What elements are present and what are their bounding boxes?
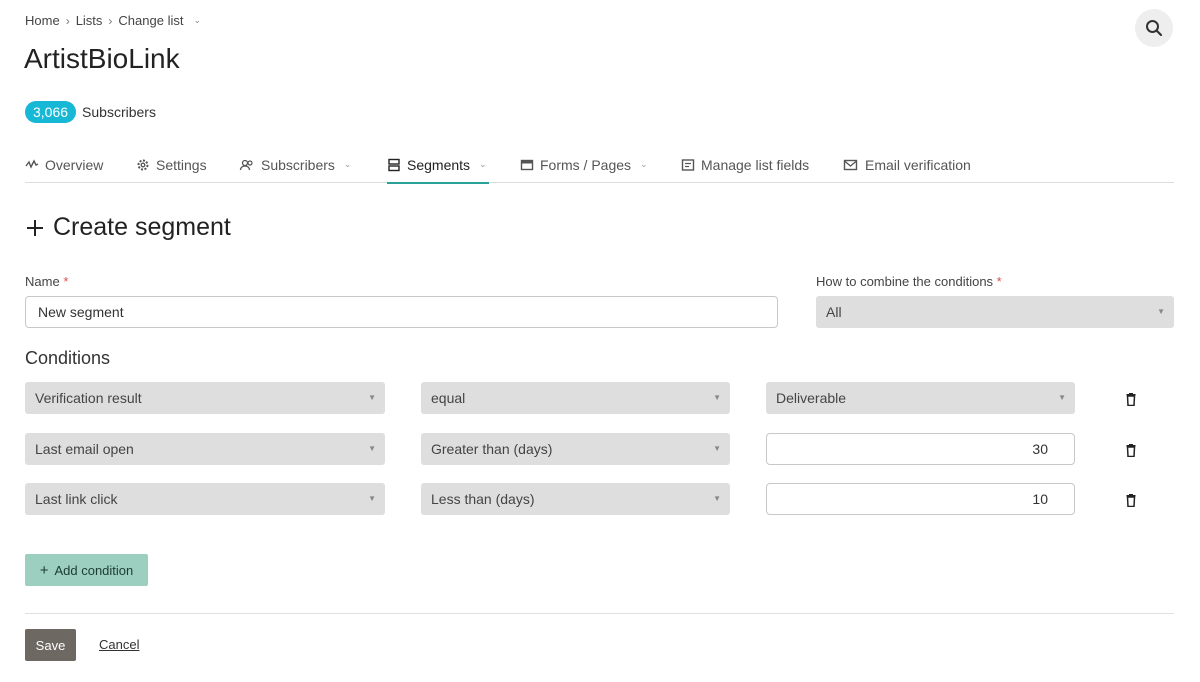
tab-label: Manage list fields xyxy=(701,156,810,173)
tab-email-verification[interactable]: Email verification xyxy=(843,146,971,183)
caret-down-icon: ▼ xyxy=(1157,307,1165,316)
name-input[interactable]: New segment xyxy=(25,296,778,328)
combine-label-text: How to combine the conditions xyxy=(816,274,994,289)
name-label-text: Name xyxy=(25,274,60,289)
form-icon xyxy=(520,159,534,170)
delete-condition-button[interactable] xyxy=(1124,391,1138,407)
condition-value-input[interactable]: 10 xyxy=(766,483,1075,515)
tab-forms-pages[interactable]: Forms / Pages ⌄ xyxy=(520,146,648,183)
name-input-value: New segment xyxy=(38,304,124,320)
breadcrumb-home[interactable]: Home xyxy=(25,13,60,28)
breadcrumb-lists[interactable]: Lists xyxy=(76,13,103,28)
chevron-down-icon: ⌄ xyxy=(479,159,487,169)
condition-value-input[interactable]: 30 xyxy=(766,433,1075,465)
tab-label: Forms / Pages xyxy=(540,156,632,173)
caret-down-icon: ▼ xyxy=(1058,393,1066,402)
breadcrumb-separator-icon: › xyxy=(65,13,70,28)
condition-field-value: Verification result xyxy=(35,390,142,406)
condition-field-select[interactable]: Last link click ▼ xyxy=(25,483,385,515)
caret-down-icon: ▼ xyxy=(368,393,376,402)
subscriber-count-badge: 3,066 xyxy=(25,101,77,123)
tab-label: Settings xyxy=(156,156,207,173)
required-mark: * xyxy=(63,274,69,289)
condition-field-select[interactable]: Verification result ▼ xyxy=(25,382,385,414)
name-label: Name * xyxy=(25,274,68,289)
chevron-down-icon: ⌄ xyxy=(343,159,352,169)
add-condition-label: Add condition xyxy=(54,562,134,578)
subscriber-summary: 3,066 Subscribers xyxy=(25,101,156,123)
activity-icon xyxy=(25,158,39,169)
breadcrumb: Home › Lists › Change list ⌄ xyxy=(25,13,201,28)
combine-select-value: All xyxy=(826,304,842,320)
condition-value-value: 10 xyxy=(1032,491,1048,507)
condition-value-value: Deliverable xyxy=(776,390,847,406)
plus-icon xyxy=(27,219,43,236)
condition-field-value: Last email open xyxy=(35,441,134,457)
breadcrumb-separator-icon: › xyxy=(108,13,113,28)
caret-down-icon: ▼ xyxy=(713,444,721,453)
section-title: Create segment xyxy=(25,213,231,242)
chevron-down-icon[interactable]: ⌄ xyxy=(193,15,201,26)
caret-down-icon: ▼ xyxy=(368,444,376,453)
trash-icon xyxy=(1126,493,1136,507)
conditions-title: Conditions xyxy=(25,348,111,368)
cancel-link[interactable]: Cancel xyxy=(99,637,139,652)
gear-icon xyxy=(137,159,149,170)
tab-overview[interactable]: Overview xyxy=(25,146,103,183)
required-mark: * xyxy=(996,274,1002,289)
caret-down-icon: ▼ xyxy=(368,494,376,503)
tab-label: Segments xyxy=(407,156,471,173)
trash-icon xyxy=(1126,443,1136,457)
tab-label: Subscribers xyxy=(261,156,335,173)
condition-operator-select[interactable]: equal ▼ xyxy=(421,382,730,414)
search-icon xyxy=(1146,20,1163,37)
caret-down-icon: ▼ xyxy=(713,494,721,503)
combine-select[interactable]: All ▼ xyxy=(816,296,1174,328)
tab-label: Email verification xyxy=(865,156,971,173)
save-button[interactable]: Save xyxy=(25,629,76,661)
caret-down-icon: ▼ xyxy=(713,393,721,402)
condition-value-value: 30 xyxy=(1032,441,1048,457)
trash-icon xyxy=(1126,392,1136,406)
plus-icon: + xyxy=(39,561,49,579)
section-title-text: Create segment xyxy=(53,213,231,241)
chevron-down-icon: ⌄ xyxy=(640,159,648,169)
mail-check-icon xyxy=(843,159,858,170)
condition-value-select[interactable]: Deliverable ▼ xyxy=(766,382,1075,414)
page-title: ArtistBioLink xyxy=(24,43,180,74)
condition-field-value: Last link click xyxy=(35,491,118,507)
list-tabs: Overview Settings Subscribers ⌄ Segments… xyxy=(25,146,1174,184)
tab-manage-list-fields[interactable]: Manage list fields xyxy=(681,146,809,183)
condition-field-select[interactable]: Last email open ▼ xyxy=(25,433,385,465)
delete-condition-button[interactable] xyxy=(1124,492,1138,508)
condition-operator-select[interactable]: Greater than (days) ▼ xyxy=(421,433,730,465)
subscriber-label: Subscribers xyxy=(82,104,156,120)
breadcrumb-current[interactable]: Change list xyxy=(118,13,183,28)
users-icon xyxy=(239,159,253,170)
tab-subscribers[interactable]: Subscribers ⌄ xyxy=(239,146,351,183)
condition-operator-select[interactable]: Less than (days) ▼ xyxy=(421,483,730,515)
fields-icon xyxy=(681,158,695,171)
condition-operator-value: Less than (days) xyxy=(431,491,535,507)
add-condition-button[interactable]: + Add condition xyxy=(25,554,148,586)
condition-operator-value: equal xyxy=(431,390,466,406)
condition-operator-value: Greater than (days) xyxy=(431,441,553,457)
tab-label: Overview xyxy=(45,156,104,173)
delete-condition-button[interactable] xyxy=(1124,442,1138,458)
tab-settings[interactable]: Settings xyxy=(136,146,207,183)
divider xyxy=(25,613,1174,614)
tab-segments[interactable]: Segments ⌄ xyxy=(387,146,489,184)
search-button[interactable] xyxy=(1135,9,1173,47)
segments-icon xyxy=(388,158,400,171)
combine-label: How to combine the conditions * xyxy=(816,274,1002,289)
